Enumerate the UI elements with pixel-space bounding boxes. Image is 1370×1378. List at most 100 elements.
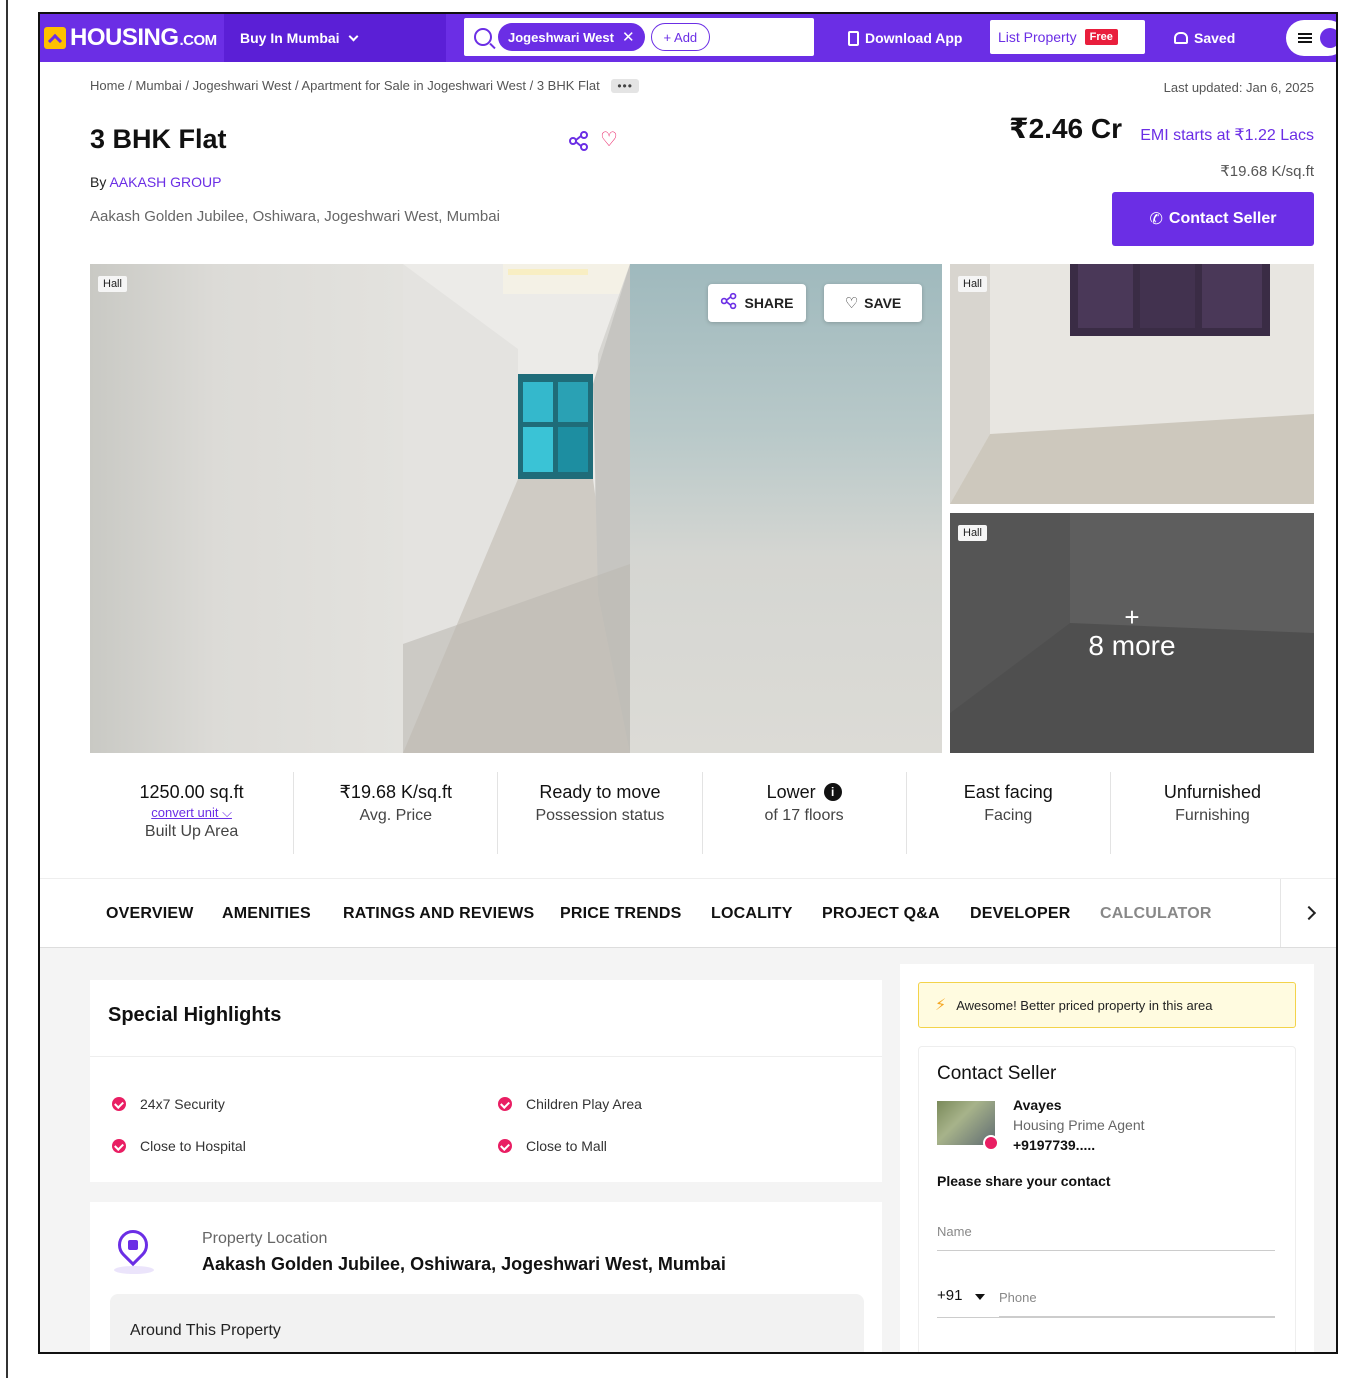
tab-price-trends[interactable]: PRICE TRENDS <box>560 905 682 923</box>
tab-developer[interactable]: DEVELOPER <box>970 905 1071 923</box>
contact-seller-label: Contact Seller <box>1168 210 1277 227</box>
tab-locality[interactable]: LOCALITY <box>711 905 793 923</box>
info-icon[interactable]: i <box>823 783 842 801</box>
property-location-card: Property Location Aakash Golden Jubilee,… <box>90 1202 882 1352</box>
caret-down-icon[interactable] <box>975 1294 985 1300</box>
breadcrumb-home[interactable]: Home <box>90 78 125 93</box>
housing-logo[interactable]: HOUSING .COM <box>44 24 217 52</box>
free-badge: Free <box>1084 29 1118 45</box>
stat-furnishing: Unfurnished Furnishing <box>1111 772 1314 854</box>
lightning-icon: ⚡ <box>935 997 947 1014</box>
around-property-label: Around This Property <box>130 1322 281 1339</box>
close-icon[interactable]: ✕ <box>622 28 635 46</box>
breadcrumb: Home / Mumbai / Jogeshwari West / Apartm… <box>90 78 639 93</box>
highlight-label: Children Play Area <box>526 1096 642 1112</box>
name-field[interactable] <box>937 1213 1275 1251</box>
highlights-title: Special Highlights <box>108 1004 282 1026</box>
breadcrumb-separator: / <box>181 78 193 93</box>
breadcrumb-current: 3 BHK Flat <box>536 78 600 93</box>
check-circle-icon <box>112 1097 126 1111</box>
tab-ratings-reviews[interactable]: RATINGS AND REVIEWS <box>343 905 534 923</box>
property-price: ₹2.46 Cr <box>1009 113 1122 144</box>
around-property-section[interactable]: Around This Property <box>110 1294 864 1352</box>
chevron-down-icon <box>348 31 359 41</box>
list-property-label: List Property <box>998 29 1077 45</box>
locality-chip[interactable]: Jogeshwari West ✕ <box>498 23 645 51</box>
gallery-share-button[interactable]: SHARE <box>708 284 806 322</box>
price-per-sqft: ₹19.68 K/sq.ft <box>1220 163 1314 180</box>
main-photo[interactable]: Hall SHARE ♡ SAVE <box>90 264 942 753</box>
stat-label: Furnishing <box>1175 807 1250 824</box>
country-code[interactable]: +91 <box>937 1287 962 1304</box>
more-photos-overlay[interactable]: + 8 more <box>950 513 1314 753</box>
breadcrumb-city[interactable]: Mumbai <box>136 78 182 93</box>
location-label: Property Location <box>202 1230 328 1247</box>
highlight-item: Children Play Area <box>498 1096 642 1112</box>
breadcrumb-category[interactable]: Apartment for Sale in Jogeshwari West <box>302 78 526 93</box>
tab-calculator[interactable]: CALCULATOR <box>1100 905 1212 923</box>
location-address: Aakash Golden Jubilee, Oshiwara, Jogeshw… <box>202 1254 726 1274</box>
buy-city-label: Buy In Mumbai <box>240 30 340 46</box>
save-label: SAVE <box>864 295 902 311</box>
stat-facing: East facing Facing <box>907 772 1111 854</box>
hamburger-icon <box>1298 33 1312 43</box>
breadcrumb-more-button[interactable]: ••• <box>611 79 639 93</box>
download-app-link[interactable]: Download App <box>848 14 962 62</box>
better-price-banner: ⚡ Awesome! Better priced property in thi… <box>918 982 1296 1028</box>
tab-overview[interactable]: OVERVIEW <box>106 905 194 923</box>
heart-icon: ♡ <box>844 295 859 312</box>
last-updated: Last updated: Jan 6, 2025 <box>1163 80 1314 95</box>
download-app-label: Download App <box>865 30 963 46</box>
saved-link[interactable]: Saved <box>1174 14 1235 62</box>
add-locality-button[interactable]: + Add <box>650 23 711 51</box>
favorite-heart-icon[interactable]: ♡ <box>600 129 618 151</box>
divider <box>90 1056 882 1057</box>
list-property-button[interactable]: List Property Free <box>990 20 1145 54</box>
search-bar[interactable]: Jogeshwari West ✕ + Add <box>464 18 814 56</box>
photo-tag: Hall <box>958 276 987 292</box>
highlight-item: 24x7 Security <box>112 1096 225 1112</box>
stat-label: of 17 floors <box>764 807 844 824</box>
gallery-save-button[interactable]: ♡ SAVE <box>824 284 922 322</box>
section-tabs: OVERVIEW AMENITIES RATINGS AND REVIEWS P… <box>40 878 1336 948</box>
property-address: Aakash Golden Jubilee, Oshiwara, Jogeshw… <box>90 208 500 225</box>
side-photo-more[interactable]: Hall + 8 more <box>950 513 1314 753</box>
page-left-border <box>6 0 8 1378</box>
phone-download-icon <box>848 30 859 46</box>
buy-city-dropdown[interactable]: Buy In Mumbai <box>224 14 446 62</box>
convert-unit-link[interactable]: convert unit ⌵ <box>151 805 232 821</box>
stat-label: Built Up Area <box>144 823 239 840</box>
special-highlights-card: Special Highlights 24x7 Security Childre… <box>90 980 882 1182</box>
breadcrumb-separator: / <box>291 78 302 93</box>
location-pin-icon <box>111 1223 155 1267</box>
phone-underline <box>937 1317 1275 1318</box>
stat-label: Avg. Price <box>359 807 433 824</box>
phone-field[interactable] <box>999 1279 1275 1317</box>
breadcrumb-separator: / <box>525 78 537 93</box>
avatar <box>1320 28 1336 48</box>
emi-link[interactable]: EMI starts at ₹1.22 Lacs <box>1140 125 1314 145</box>
stat-value: ₹19.68 K/sq.ft <box>339 782 453 802</box>
tabs-scroll-right-button[interactable] <box>1280 879 1336 947</box>
highlight-label: Close to Hospital <box>140 1138 246 1154</box>
blurred-photo-left <box>90 264 403 753</box>
share-icon[interactable] <box>568 130 590 152</box>
locality-chip-label: Jogeshwari West <box>508 29 614 45</box>
stat-label: Possession status <box>535 807 665 824</box>
highlight-label: Close to Mall <box>526 1138 607 1154</box>
side-photo-top[interactable]: Hall <box>950 264 1314 504</box>
tab-amenities[interactable]: AMENITIES <box>222 905 311 923</box>
by-prefix: By <box>90 174 107 190</box>
browser-viewport: HOUSING .COM Buy In Mumbai Jogeshwari We… <box>38 12 1338 1354</box>
breadcrumb-locality[interactable]: Jogeshwari West <box>193 78 292 93</box>
logo-suffix: .COM <box>179 31 218 49</box>
stat-label: Facing <box>984 807 1033 824</box>
account-menu-button[interactable] <box>1286 20 1336 56</box>
check-circle-icon <box>112 1139 126 1153</box>
tab-project-qa[interactable]: PROJECT Q&A <box>822 905 940 923</box>
agent-phone[interactable]: +9197739..... <box>1013 1137 1095 1153</box>
contact-seller-card: Contact Seller Avayes Housing Prime Agen… <box>918 1046 1296 1352</box>
contact-seller-button[interactable]: ✆ Contact Seller <box>1112 192 1314 246</box>
stat-built-up-area: 1250.00 sq.ft convert unit ⌵ Built Up Ar… <box>90 772 295 854</box>
developer-link[interactable]: AAKASH GROUP <box>109 174 221 190</box>
